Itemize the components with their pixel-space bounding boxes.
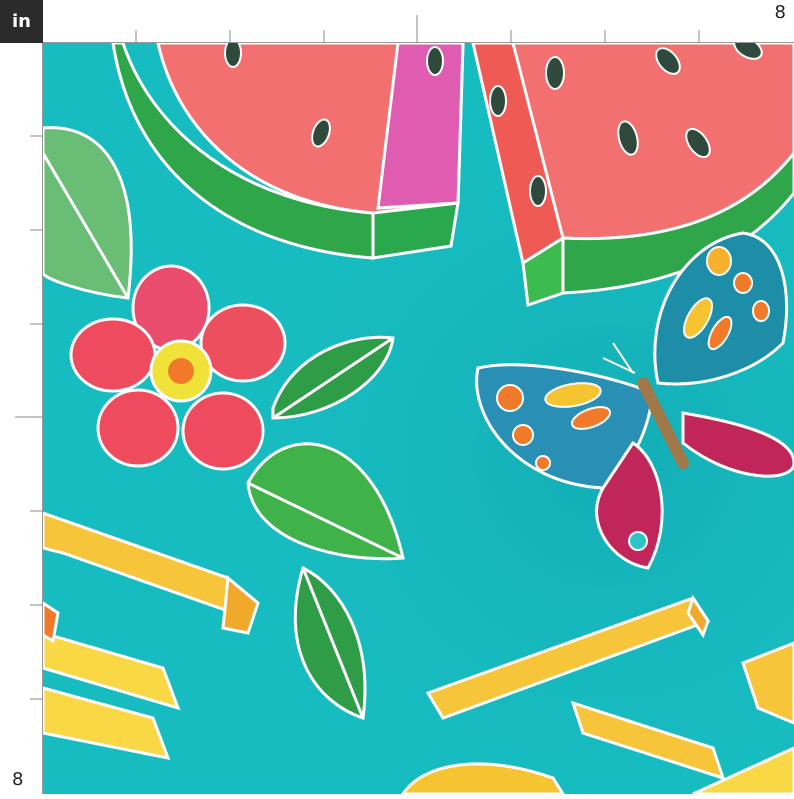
ruler-top-ticks bbox=[43, 15, 794, 43]
fabric-preview bbox=[43, 43, 794, 794]
ruler-left-end-label: 8 bbox=[12, 769, 24, 790]
unit-label-in: in bbox=[0, 0, 43, 43]
ruler-left-ticks bbox=[15, 43, 43, 794]
fabric-pattern-svg bbox=[43, 43, 794, 794]
ruler-top-end-label: 8 bbox=[774, 2, 786, 23]
ruler-left: 8 bbox=[0, 43, 43, 794]
unit-text: in bbox=[12, 11, 31, 32]
ruler-top: 8 bbox=[43, 0, 794, 43]
